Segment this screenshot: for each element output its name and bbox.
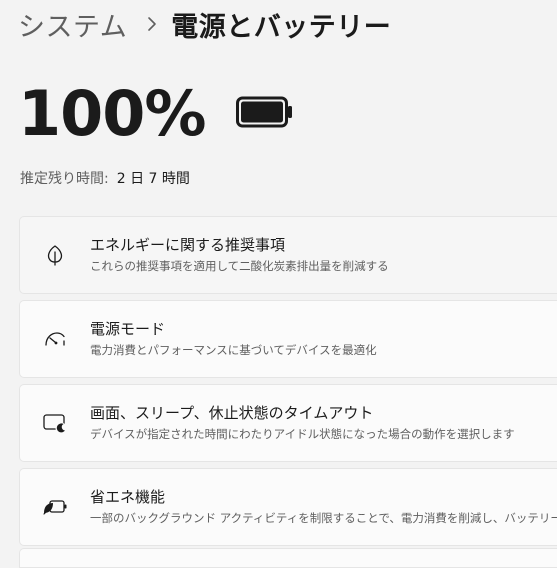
remaining-time: 推定残り時間: 2 日 7 時間 bbox=[20, 168, 190, 188]
battery-status: 100% bbox=[18, 78, 294, 150]
setting-description: 一部のバックグラウンド アクティビティを制限することで、電力消費を削減し、バッテ… bbox=[90, 511, 557, 525]
setting-description: デバイスが指定された時間にわたりアイドル状態になった場合の動作を選択します bbox=[90, 427, 515, 441]
breadcrumb: システム 電源とバッテリー bbox=[0, 0, 391, 48]
remaining-time-label: 推定残り時間: bbox=[20, 171, 109, 187]
leaf-icon bbox=[20, 244, 90, 266]
breadcrumb-root-system[interactable]: システム bbox=[18, 5, 127, 44]
battery-full-icon bbox=[235, 96, 294, 132]
screen-sleep-icon bbox=[20, 412, 90, 434]
setting-card-screen-sleep[interactable]: 画面、スリープ、休止状態のタイムアウト デバイスが指定された時間にわたりアイドル… bbox=[19, 384, 557, 462]
setting-title: エネルギーに関する推奨事項 bbox=[90, 236, 286, 254]
battery-percent: 100% bbox=[18, 77, 207, 150]
power-mode-gauge-icon bbox=[20, 329, 90, 349]
setting-description: これらの推奨事項を適用して二酸化炭素排出量を削減する bbox=[90, 259, 389, 273]
chevron-right-icon bbox=[147, 16, 157, 32]
remaining-time-value: 2 日 7 時間 bbox=[116, 171, 190, 187]
setting-card-next[interactable] bbox=[19, 548, 557, 568]
setting-card-power-mode[interactable]: 電源モード 電力消費とパフォーマンスに基づいてデバイスを最適化 bbox=[19, 300, 557, 378]
setting-title: 省エネ機能 bbox=[90, 488, 166, 506]
setting-card-battery-saver[interactable]: 省エネ機能 一部のバックグラウンド アクティビティを制限することで、電力消費を削… bbox=[19, 468, 557, 546]
page-title: 電源とバッテリー bbox=[171, 11, 392, 43]
setting-title: 電源モード bbox=[90, 320, 166, 338]
battery-saver-icon bbox=[20, 497, 90, 517]
setting-description: 電力消費とパフォーマンスに基づいてデバイスを最適化 bbox=[90, 343, 377, 357]
setting-card-energy-recommendations[interactable]: エネルギーに関する推奨事項 これらの推奨事項を適用して二酸化炭素排出量を削減する bbox=[19, 216, 557, 294]
setting-title: 画面、スリープ、休止状態のタイムアウト bbox=[90, 404, 374, 422]
